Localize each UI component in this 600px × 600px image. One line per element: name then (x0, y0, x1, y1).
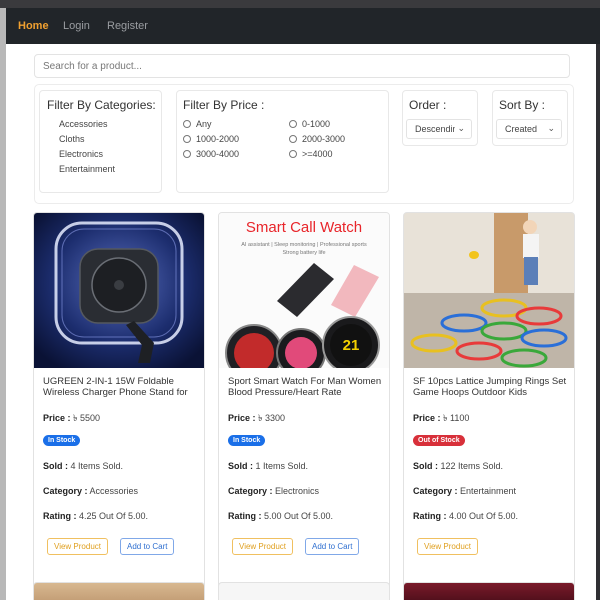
stock-badge: In Stock (43, 435, 81, 446)
product-card: Smart Call Watch AI assistant | Sleep mo… (218, 212, 390, 600)
product-rating: Rating : 5.00 Out Of 5.00. (228, 511, 334, 521)
product-sold: Sold : 4 Items Sold. (43, 461, 124, 471)
price-option-3000-4000[interactable]: 3000-4000 (183, 149, 239, 159)
stock-badge: Out of Stock (413, 435, 465, 446)
nav-home[interactable]: Home (18, 20, 49, 32)
product-image[interactable] (34, 213, 204, 368)
product-price: Price : ৳ 1100 (413, 413, 470, 423)
price-filter-title: Filter By Price : (183, 98, 265, 112)
category-option[interactable]: Accessories (59, 119, 108, 129)
main-page: Filter By Categories: Accessories Cloths… (6, 44, 596, 600)
price-option-4000-plus[interactable]: >=4000 (289, 149, 333, 159)
radio-icon (289, 150, 297, 158)
product-card-partial[interactable] (33, 582, 205, 600)
chevron-down-icon: ⌄ (547, 123, 555, 133)
navbar: Home Login Register (6, 8, 600, 46)
radio-icon (289, 120, 297, 128)
product-sold: Sold : 122 Items Sold. (413, 461, 504, 471)
product-image[interactable] (404, 213, 574, 368)
filter-panel: Filter By Categories: Accessories Cloths… (34, 84, 574, 204)
price-option-2000-3000[interactable]: 2000-3000 (289, 134, 345, 144)
product-card-partial[interactable] (403, 582, 575, 600)
add-to-cart-button[interactable]: Add to Cart (305, 538, 360, 555)
product-rating: Rating : 4.25 Out Of 5.00. (43, 511, 149, 521)
stock-badge: In Stock (228, 435, 266, 446)
view-product-button[interactable]: View Product (417, 538, 478, 555)
sort-filter: Sort By : Created ⌄ (492, 90, 568, 146)
category-filter-title: Filter By Categories: (47, 98, 156, 112)
watch-number: 21 (343, 337, 360, 354)
product-price: Price : ৳ 5500 (43, 413, 101, 423)
product-card: SF 10pcs Lattice Jumping Rings Set Game … (403, 212, 575, 600)
price-filter: Filter By Price : Any 0-1000 1000-2000 2… (176, 90, 389, 193)
category-option[interactable]: Cloths (59, 134, 85, 144)
price-option-1000-2000[interactable]: 1000-2000 (183, 134, 239, 144)
category-option[interactable]: Electronics (59, 149, 103, 159)
category-option[interactable]: Entertainment (59, 164, 115, 174)
nav-login[interactable]: Login (63, 20, 90, 32)
view-product-button[interactable]: View Product (47, 538, 108, 555)
nav-register[interactable]: Register (107, 20, 148, 32)
product-card-partial[interactable] (218, 582, 390, 600)
category-filter: Filter By Categories: Accessories Cloths… (39, 90, 162, 193)
watch-subtext-2: Strong battery life (282, 250, 325, 256)
radio-icon (183, 135, 191, 143)
chevron-down-icon: ⌄ (455, 123, 465, 134)
product-price: Price : ৳ 3300 (228, 413, 286, 423)
product-title: UGREEN 2-IN-1 15W Foldable Wireless Char… (43, 377, 188, 398)
order-filter: Order : Descending ⌄ (402, 90, 478, 146)
product-image[interactable]: Smart Call Watch AI assistant | Sleep mo… (219, 213, 389, 368)
order-filter-title: Order : (409, 98, 447, 112)
radio-icon (289, 135, 297, 143)
watch-subtext: AI assistant | Sleep monitoring | Profes… (241, 242, 367, 248)
product-rating: Rating : 4.00 Out Of 5.00. (413, 511, 519, 521)
product-title: SF 10pcs Lattice Jumping Rings Set Game … (413, 377, 567, 398)
window-top-edge (0, 0, 600, 8)
watch-heading: Smart Call Watch (246, 219, 362, 236)
sort-select[interactable]: Created ⌄ (496, 119, 562, 139)
product-category: Category : Accessories (43, 486, 139, 496)
product-sold: Sold : 1 Items Sold. (228, 461, 309, 471)
add-to-cart-button[interactable]: Add to Cart (120, 538, 175, 555)
radio-icon (183, 120, 191, 128)
product-card: UGREEN 2-IN-1 15W Foldable Wireless Char… (33, 212, 205, 600)
view-product-button[interactable]: View Product (232, 538, 293, 555)
product-category: Category : Entertainment (413, 486, 517, 496)
radio-icon (183, 150, 191, 158)
price-option-0-1000[interactable]: 0-1000 (289, 119, 330, 129)
product-category: Category : Electronics (228, 486, 320, 496)
price-option-any[interactable]: Any (183, 119, 212, 129)
search-input[interactable] (34, 54, 570, 78)
sort-filter-title: Sort By : (499, 98, 546, 112)
order-select[interactable]: Descending ⌄ (406, 119, 472, 139)
product-title: Sport Smart Watch For Man Women Blood Pr… (228, 377, 382, 398)
